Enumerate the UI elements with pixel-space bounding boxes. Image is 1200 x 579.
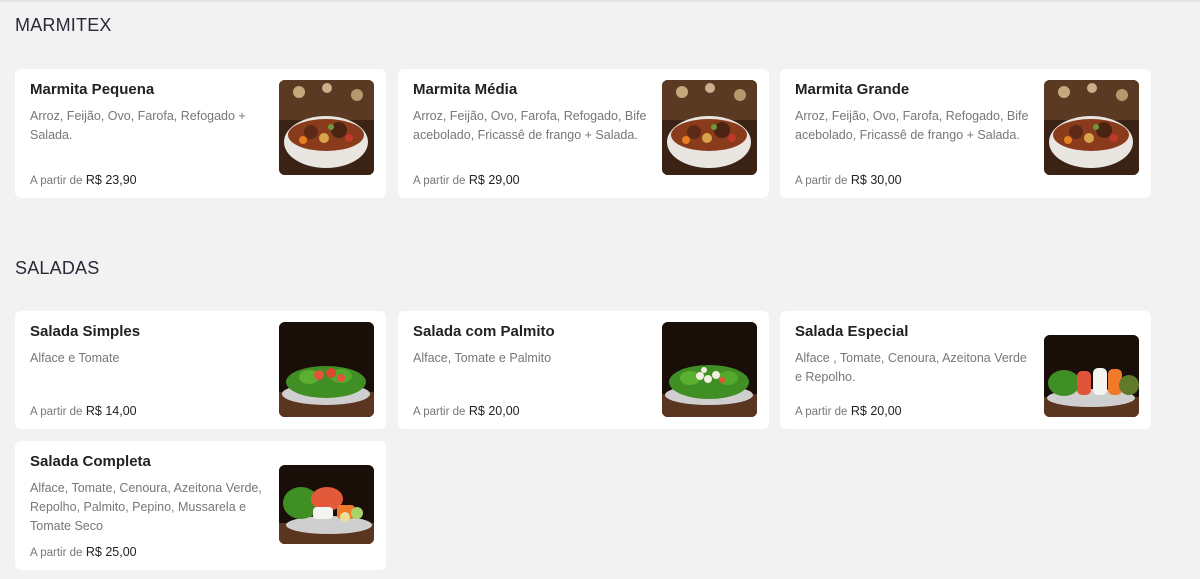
- price-prefix: A partir de: [413, 406, 466, 418]
- menu-item-price: A partir de R$ 14,00: [30, 404, 137, 418]
- price-value: R$ 25,00: [85, 545, 137, 559]
- menu-item-card-salada-com-palmito[interactable]: Salada com Palmito Alface, Tomate e Palm…: [398, 311, 769, 429]
- price-prefix: A partir de: [30, 406, 83, 418]
- section-title-marmitex: MARMITEX: [15, 15, 112, 35]
- menu-item-card-salada-completa[interactable]: Salada Completa Alface, Tomate, Cenoura,…: [15, 441, 386, 570]
- marmita-bowl-photo-icon: [662, 80, 757, 175]
- price-value: R$ 20,00: [468, 404, 520, 418]
- price-value: R$ 30,00: [850, 173, 902, 187]
- menu-item-name: Salada Completa: [30, 453, 151, 470]
- menu-item-card-salada-simples[interactable]: Salada Simples Alface e Tomate A partir …: [15, 311, 386, 429]
- salad-plate-photo-icon: [662, 322, 757, 417]
- menu-item-description: Arroz, Feijão, Ovo, Farofa, Refogado, Bi…: [795, 109, 1029, 142]
- menu-item-description: Arroz, Feijão, Ovo, Farofa, Refogado + S…: [30, 109, 246, 142]
- menu-item-card-marmita-media[interactable]: Marmita Média Arroz, Feijão, Ovo, Farofa…: [398, 69, 769, 198]
- salad-plate-photo-icon: [1044, 335, 1139, 417]
- marmita-bowl-photo-icon: [279, 80, 374, 175]
- menu-item-description: Alface e Tomate: [30, 351, 120, 365]
- menu-item-description: Alface, Tomate, Cenoura, Azeitona Verde,…: [30, 481, 262, 533]
- menu-item-name: Salada Simples: [30, 323, 141, 340]
- menu-item-price: A partir de R$ 20,00: [795, 404, 902, 418]
- price-value: R$ 20,00: [850, 404, 902, 418]
- menu-item-price: A partir de R$ 20,00: [413, 404, 520, 418]
- menu-item-name: Marmita Pequena: [30, 81, 155, 98]
- menu-item-card-salada-especial[interactable]: Salada Especial Alface , Tomate, Cenoura…: [780, 311, 1151, 429]
- marmita-bowl-photo-icon: [1044, 80, 1139, 175]
- menu-item-name: Marmita Grande: [795, 81, 910, 98]
- top-divider: [0, 0, 1200, 2]
- menu-item-price: A partir de R$ 30,00: [795, 173, 902, 187]
- menu-item-description: Arroz, Feijão, Ovo, Farofa, Refogado, Bi…: [413, 109, 647, 142]
- menu-item-name: Salada Especial: [795, 323, 909, 340]
- menu-item-card-marmita-pequena[interactable]: Marmita Pequena Arroz, Feijão, Ovo, Faro…: [15, 69, 386, 198]
- menu-item-name: Marmita Média: [413, 81, 518, 98]
- price-prefix: A partir de: [795, 406, 848, 418]
- price-prefix: A partir de: [413, 175, 466, 187]
- price-prefix: A partir de: [30, 175, 83, 187]
- salad-plate-photo-icon: [279, 322, 374, 417]
- menu-item-description: Alface , Tomate, Cenoura, Azeitona Verde…: [795, 351, 1027, 384]
- price-value: R$ 29,00: [468, 173, 520, 187]
- menu-item-card-marmita-grande[interactable]: Marmita Grande Arroz, Feijão, Ovo, Farof…: [780, 69, 1151, 198]
- menu-item-price: A partir de R$ 25,00: [30, 545, 137, 559]
- price-prefix: A partir de: [795, 175, 848, 187]
- menu-item-description: Alface, Tomate e Palmito: [413, 351, 552, 365]
- section-title-saladas: SALADAS: [15, 258, 100, 278]
- salad-plate-photo-icon: [279, 465, 374, 544]
- price-value: R$ 14,00: [85, 404, 137, 418]
- price-prefix: A partir de: [30, 547, 83, 559]
- menu-item-name: Salada com Palmito: [413, 323, 555, 340]
- menu-item-price: A partir de R$ 29,00: [413, 173, 520, 187]
- menu-item-price: A partir de R$ 23,90: [30, 173, 137, 187]
- price-value: R$ 23,90: [85, 173, 137, 187]
